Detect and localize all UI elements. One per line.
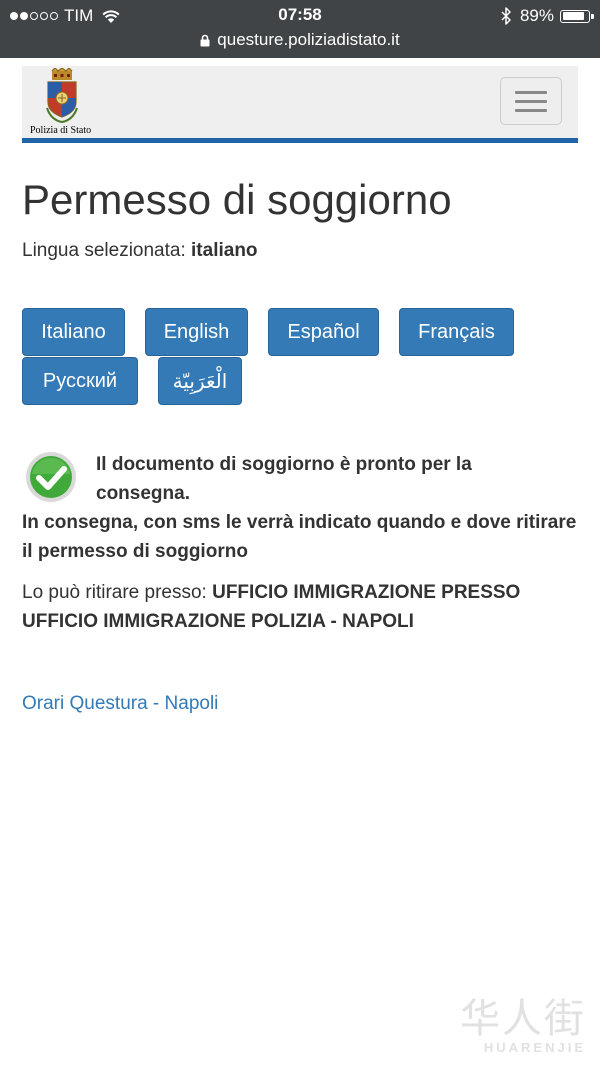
- battery-icon: [560, 9, 594, 23]
- battery-percent: 89%: [519, 6, 554, 25]
- hamburger-icon: [515, 91, 547, 94]
- watermark-en: HUARENJIE: [483, 1040, 586, 1055]
- lang-button-espanol[interactable]: Español: [268, 308, 379, 356]
- lang-button-russian[interactable]: Русский: [22, 357, 138, 405]
- selected-language: Lingua selezionata: italiano: [22, 240, 258, 262]
- watermark: 华人街 HUARENJIE: [460, 998, 586, 1055]
- battery-group: 89%: [500, 5, 594, 27]
- bluetooth-icon: [501, 7, 511, 25]
- pickup-location: Lo può ritirare presso: UFFICIO IMMIGRAZ…: [22, 578, 582, 636]
- language-label: Lingua selezionata:: [22, 240, 186, 261]
- check-circle-icon: [26, 452, 76, 502]
- lock-icon: [200, 34, 210, 46]
- address-bar[interactable]: questure.poliziadistato.it: [0, 29, 600, 51]
- page-title: Permesso di soggiorno: [22, 176, 452, 223]
- police-crest-icon: [46, 68, 78, 124]
- logo-label: Polizia di Stato: [30, 125, 92, 136]
- lang-button-italiano[interactable]: Italiano: [22, 308, 125, 356]
- language-value: italiano: [191, 240, 258, 261]
- site-header: Polizia di Stato: [22, 66, 578, 143]
- status-headline: Il documento di soggiorno è pronto per l…: [96, 454, 472, 504]
- pickup-label: Lo può ritirare presso:: [22, 582, 207, 603]
- status-bar: TIM 07:58 89% questure.poliziadistato.it: [0, 0, 600, 58]
- lang-button-arabic[interactable]: الْعَرَبِيّة: [158, 357, 242, 405]
- hamburger-menu-button[interactable]: [500, 77, 562, 125]
- orari-questura-link[interactable]: Orari Questura - Napoli: [22, 693, 218, 715]
- url-text: questure.poliziadistato.it: [217, 30, 400, 49]
- status-detail: In consegna, con sms le verrà indicato q…: [22, 512, 577, 562]
- lang-button-francais[interactable]: Français: [399, 308, 514, 356]
- lang-button-english[interactable]: English: [145, 308, 248, 356]
- watermark-cn: 华人街: [460, 996, 586, 1042]
- polizia-logo[interactable]: Polizia di Stato: [30, 68, 96, 136]
